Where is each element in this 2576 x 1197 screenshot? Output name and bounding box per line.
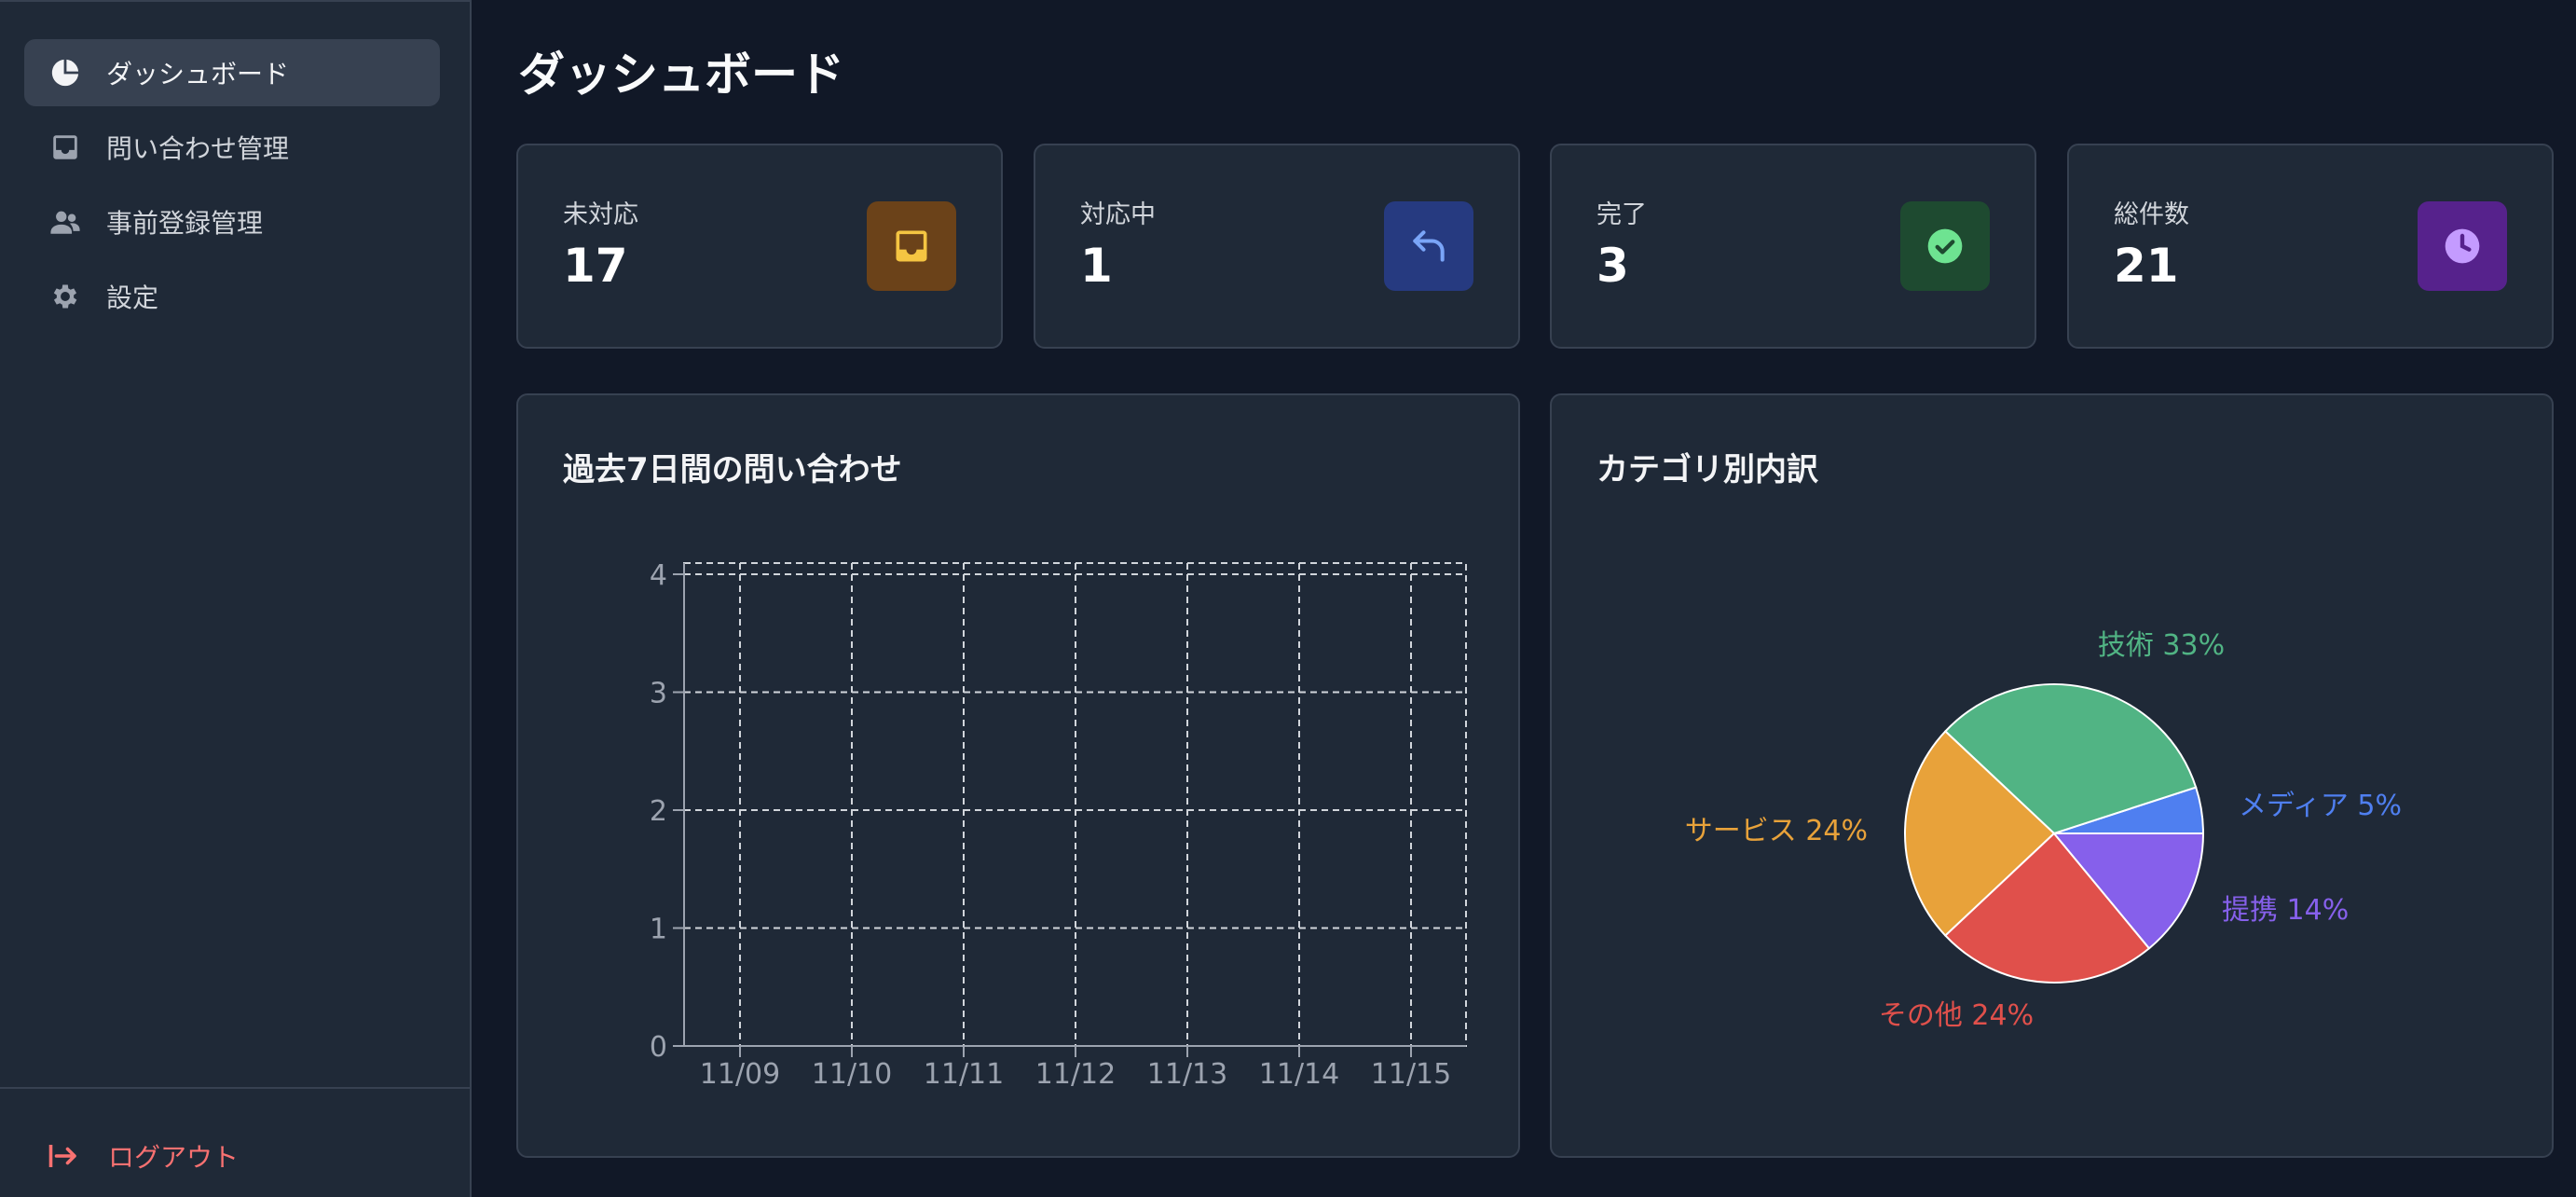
pie-chart-icon <box>47 54 84 91</box>
sidebar: ダッシュボード 問い合わせ管理 事前登録管理 設定 ログアウト <box>0 0 472 1197</box>
stat-label: 未対応 <box>563 200 638 229</box>
x-tick-label: 11/09 <box>700 1058 780 1091</box>
pie-chart-panel: カテゴリ別内訳 メディア 5% 技術 33% サービス 24% その他 24% 提携 1… <box>1550 393 2554 1158</box>
pie-slice-label: 技術 33% <box>2098 629 2225 662</box>
stat-card-pending: 未対応 17 <box>516 144 1003 349</box>
logout-icon <box>48 1145 76 1167</box>
sidebar-nav: ダッシュボード 問い合わせ管理 事前登録管理 設定 <box>24 39 440 337</box>
y-tick-label: 4 <box>650 559 667 592</box>
inbox-icon <box>896 230 927 262</box>
stat-card-completed: 完了 3 <box>1550 144 2036 349</box>
sidebar-item-inquiries[interactable]: 問い合わせ管理 <box>24 114 440 181</box>
stat-icon-box <box>1900 201 1990 291</box>
stat-icon-box <box>1384 201 1473 291</box>
logout-button[interactable]: ログアウト <box>47 1137 239 1175</box>
stat-label: 対応中 <box>1080 200 1156 229</box>
pie-slice-label: 提携 14% <box>2222 894 2349 927</box>
sidebar-item-label: 事前登録管理 <box>106 208 264 239</box>
stat-value: 1 <box>1080 239 1113 293</box>
page-title: ダッシュボード <box>518 48 844 102</box>
sidebar-item-dashboard[interactable]: ダッシュボード <box>24 39 440 106</box>
x-tick-label: 11/13 <box>1147 1058 1227 1091</box>
y-tick-label: 1 <box>650 914 667 946</box>
pie-slice-label: メディア 5% <box>2239 790 2402 822</box>
stat-label: 完了 <box>1596 200 1647 229</box>
sidebar-item-label: ダッシュボード <box>106 59 290 89</box>
x-tick-label: 11/10 <box>812 1058 892 1091</box>
gear-icon <box>47 278 84 315</box>
stat-card-in-progress: 対応中 1 <box>1034 144 1520 349</box>
line-chart-panel: 過去7日間の問い合わせ 0 1 2 3 4 11/09 11/10 11/11 11/12 11/… <box>516 393 1520 1158</box>
x-tick-label: 11/12 <box>1035 1058 1116 1091</box>
reply-icon <box>1413 230 1445 262</box>
sidebar-item-settings[interactable]: 設定 <box>24 263 440 330</box>
app: ダッシュボード 問い合わせ管理 事前登録管理 設定 ログアウト ダッシュボード … <box>0 0 2576 1197</box>
inbox-icon <box>47 129 84 166</box>
check-circle-icon <box>1927 228 1963 264</box>
x-tick-label: 11/11 <box>924 1058 1004 1091</box>
x-tick-label: 11/14 <box>1259 1058 1339 1091</box>
stat-value: 21 <box>2114 239 2179 293</box>
sidebar-footer: ログアウト <box>0 1087 472 1197</box>
y-tick-label: 0 <box>650 1031 667 1064</box>
line-chart: 0 1 2 3 4 11/09 11/10 11/11 11/12 11/13 11/14 11/15 <box>650 559 1467 1091</box>
stat-value: 3 <box>1596 239 1629 293</box>
sidebar-item-label: 問い合わせ管理 <box>106 133 290 164</box>
pie-slice-label: その他 24% <box>1879 999 2034 1032</box>
x-tick-label: 11/15 <box>1371 1058 1451 1091</box>
logout-label: ログアウト <box>108 1142 240 1173</box>
stat-value: 17 <box>563 239 628 293</box>
stat-label: 総件数 <box>2114 200 2189 229</box>
pie-slice-label: サービス 24% <box>1685 815 1868 847</box>
pie-chart: メディア 5% 技術 33% サービス 24% その他 24% 提携 14% <box>1685 629 2402 1032</box>
sidebar-item-preregistrations[interactable]: 事前登録管理 <box>24 188 440 255</box>
stat-card-total: 総件数 21 <box>2067 144 2554 349</box>
y-tick-label: 2 <box>650 795 667 828</box>
stat-icon-box <box>867 201 956 291</box>
stat-icon-box <box>2418 201 2507 291</box>
y-tick-label: 3 <box>650 678 667 710</box>
users-icon <box>47 203 84 241</box>
clock-icon <box>2445 228 2480 264</box>
sidebar-item-label: 設定 <box>106 282 159 313</box>
sidebar-divider <box>0 0 472 2</box>
